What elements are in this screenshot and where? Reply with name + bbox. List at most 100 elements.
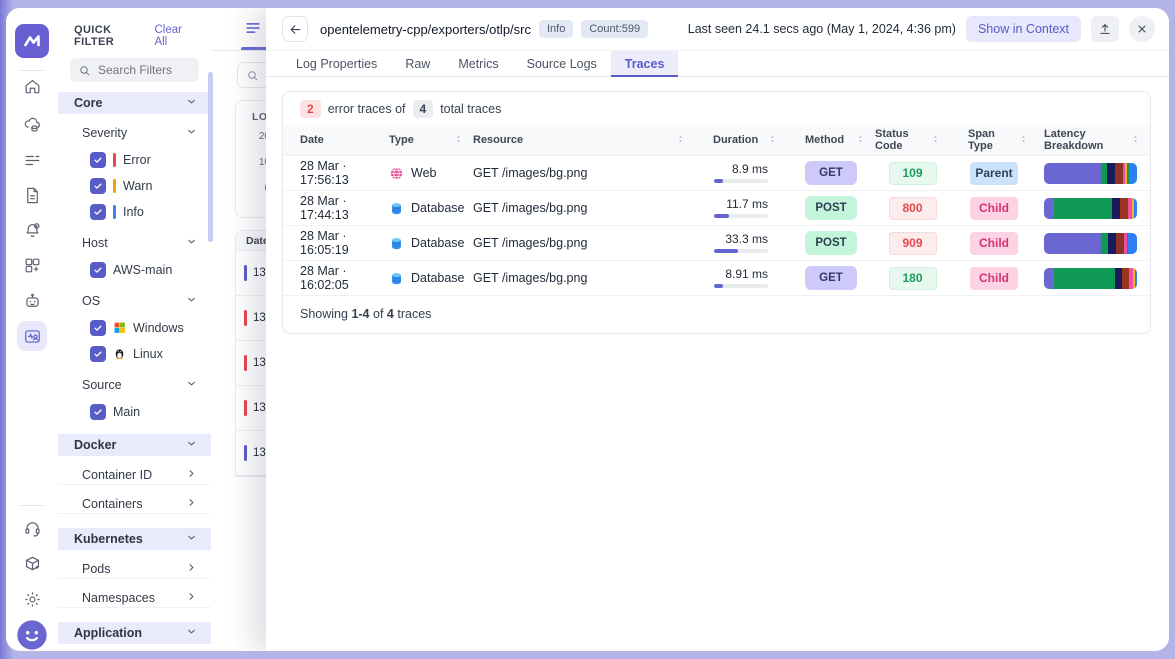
checkbox-checked[interactable] xyxy=(90,203,106,220)
filter-sub-host[interactable]: Host xyxy=(58,234,211,252)
tab-raw[interactable]: Raw xyxy=(391,51,444,76)
col-type[interactable]: Type xyxy=(389,125,473,155)
chevron-right-icon xyxy=(186,589,197,607)
chevron-down-icon xyxy=(186,530,197,548)
item-label: Main xyxy=(113,404,141,419)
reports-icon[interactable] xyxy=(17,180,47,210)
tab-log-properties[interactable]: Log Properties xyxy=(282,51,391,76)
severity-color-error xyxy=(113,152,116,167)
span-type-badge: Child xyxy=(970,266,1018,290)
filter-item-windows[interactable]: Windows xyxy=(58,319,211,336)
filter-section-application[interactable]: Application xyxy=(58,622,211,644)
filter-search-input[interactable] xyxy=(98,63,191,77)
trace-row[interactable]: 28 Mar · 16:05:19 Database GET /images/b… xyxy=(283,225,1150,260)
severity-bar xyxy=(244,355,247,371)
sub-label: OS xyxy=(82,294,101,308)
sub-label: Source xyxy=(82,378,122,392)
sort-icon[interactable] xyxy=(1131,133,1140,148)
home-icon[interactable] xyxy=(17,71,47,101)
tab-source-logs[interactable]: Source Logs xyxy=(513,51,611,76)
trace-row[interactable]: 28 Mar · 16:02:05 Database GET /images/b… xyxy=(283,260,1150,295)
checkbox-checked[interactable] xyxy=(90,403,106,420)
col-date: Date xyxy=(300,134,324,146)
log-search-icon[interactable] xyxy=(17,321,47,351)
trace-row[interactable]: 28 Mar · 17:44:13 Database GET /images/b… xyxy=(283,190,1150,225)
span-type-badge: Child xyxy=(970,196,1018,220)
col-resource[interactable]: Resource xyxy=(473,125,695,155)
drawer-tabs: Log Properties Raw Metrics Source Logs T… xyxy=(266,51,1169,77)
dashboard-builder-icon[interactable] xyxy=(17,250,47,280)
web-icon xyxy=(389,166,404,181)
tab-traces[interactable]: Traces xyxy=(610,51,679,77)
settings-icon[interactable] xyxy=(17,584,47,614)
col-duration[interactable]: Duration xyxy=(695,125,787,155)
page-range: 1-4 xyxy=(351,307,370,321)
infrastructure-icon[interactable] xyxy=(17,109,47,139)
filter-search-box[interactable] xyxy=(70,58,199,82)
alerts-icon[interactable] xyxy=(17,215,47,245)
filter-item-warn[interactable]: Warn xyxy=(58,177,211,194)
sub-label: Host xyxy=(82,236,108,250)
info-badge: Info xyxy=(538,20,574,38)
filter-section-kubernetes[interactable]: Kubernetes xyxy=(58,528,211,550)
sort-icon[interactable] xyxy=(1019,133,1028,148)
section-label: Core xyxy=(74,96,103,110)
chevron-down-icon xyxy=(186,624,197,642)
filter-item-linux[interactable]: Linux xyxy=(58,345,211,362)
filter-sub-source[interactable]: Source xyxy=(58,376,211,394)
sort-icon[interactable] xyxy=(768,133,777,148)
total-count-label: total traces xyxy=(440,101,502,116)
filter-scrollbar[interactable] xyxy=(208,72,213,242)
tab-metrics[interactable]: Metrics xyxy=(444,51,512,76)
user-avatar[interactable] xyxy=(16,619,48,651)
trace-row[interactable]: 28 Mar · 17:56:13 Web GET /images/bg.png… xyxy=(283,155,1150,190)
col-span-type[interactable]: Span Type xyxy=(950,125,1038,155)
filter-item-main[interactable]: Main xyxy=(58,403,211,420)
show-in-context-button[interactable]: Show in Context xyxy=(965,16,1081,42)
filter-sub-os[interactable]: OS xyxy=(58,292,211,310)
filter-sub-severity[interactable]: Severity xyxy=(58,124,211,142)
chevron-down-icon xyxy=(186,234,197,252)
filter-item-error[interactable]: Error xyxy=(58,151,211,168)
installation-icon[interactable] xyxy=(17,548,47,578)
severity-bar xyxy=(244,400,247,416)
support-icon[interactable] xyxy=(17,513,47,543)
logs-icon[interactable] xyxy=(17,145,47,175)
back-button[interactable] xyxy=(282,16,308,42)
traces-table-header: Date Type Resource Duration Method Statu… xyxy=(283,125,1150,155)
bot-icon[interactable] xyxy=(17,286,47,316)
col-method[interactable]: Method xyxy=(787,125,875,155)
filter-link-containers[interactable]: Containers xyxy=(58,494,211,514)
filter-item-info[interactable]: Info xyxy=(58,203,211,220)
chevron-right-icon xyxy=(186,495,197,513)
checkbox-checked[interactable] xyxy=(90,151,106,168)
middleware-logo[interactable] xyxy=(15,24,49,58)
checkbox-checked[interactable] xyxy=(90,261,106,278)
col-status-code[interactable]: Status Code xyxy=(875,125,950,155)
filter-link-pods[interactable]: Pods xyxy=(58,559,211,579)
clear-all-link[interactable]: Clear All xyxy=(154,24,197,48)
sort-icon[interactable] xyxy=(676,133,685,148)
col-latency-breakdown[interactable]: Latency Breakdown xyxy=(1038,125,1150,155)
filter-item-aws-main[interactable]: AWS-main xyxy=(58,261,211,278)
filter-link-namespaces[interactable]: Namespaces xyxy=(58,588,211,608)
log-details-drawer: opentelemetry-cpp/exporters/otlp/src Inf… xyxy=(266,8,1169,651)
filter-link-container-id[interactable]: Container ID xyxy=(58,465,211,485)
search-icon xyxy=(78,64,91,77)
status-code-badge: 909 xyxy=(888,231,937,255)
database-icon xyxy=(389,201,404,216)
filter-section-core[interactable]: Core xyxy=(58,92,211,114)
close-icon[interactable] xyxy=(1129,16,1155,42)
item-label: Pods xyxy=(82,561,111,576)
export-icon[interactable] xyxy=(1091,16,1119,42)
sort-icon[interactable] xyxy=(931,133,940,148)
sort-icon[interactable] xyxy=(856,133,865,148)
filter-section-docker[interactable]: Docker xyxy=(58,434,211,456)
checkbox-checked[interactable] xyxy=(90,319,106,336)
checkbox-checked[interactable] xyxy=(90,345,106,362)
checkbox-checked[interactable] xyxy=(90,177,106,194)
list-view-tab-icon[interactable] xyxy=(243,18,267,42)
last-seen-text: Last seen 24.1 secs ago (May 1, 2024, 4:… xyxy=(687,22,956,36)
section-label: Docker xyxy=(74,438,117,452)
sort-icon[interactable] xyxy=(454,133,463,148)
